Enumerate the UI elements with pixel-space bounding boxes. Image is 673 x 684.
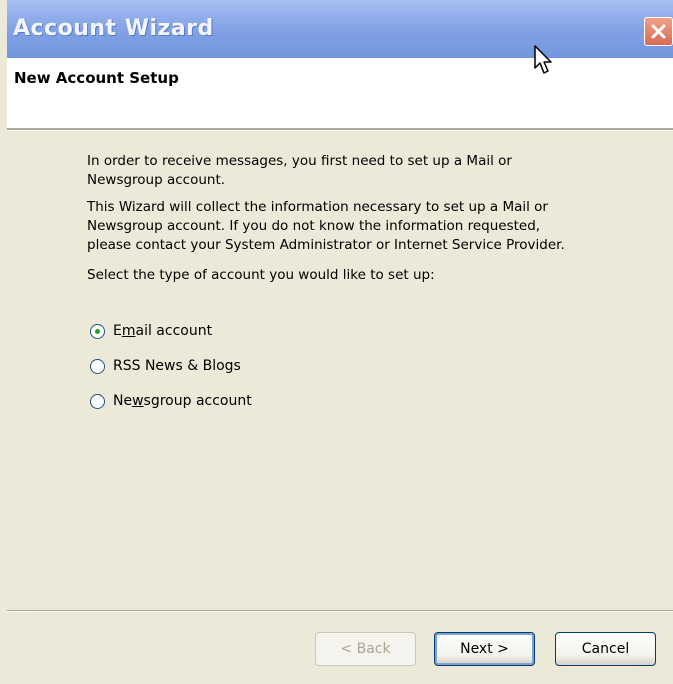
header-divider — [7, 128, 673, 131]
next-button[interactable]: Next > — [434, 632, 535, 666]
radio-label[interactable]: RSS News & Blogs — [113, 358, 241, 374]
intro-text: In order to receive messages, you first … — [87, 153, 512, 188]
title-bar[interactable]: Account Wizard — [7, 0, 673, 58]
info-text: This Wizard will collect the information… — [87, 199, 565, 253]
mouse-pointer-icon — [534, 45, 552, 74]
cancel-button[interactable]: Cancel — [555, 632, 656, 666]
close-button[interactable] — [644, 17, 673, 46]
close-icon — [651, 24, 666, 39]
prompt-text: Select the type of account you would lik… — [87, 267, 435, 283]
back-button[interactable]: < Back — [315, 632, 416, 666]
page-title: New Account Setup — [14, 69, 179, 87]
radio-label[interactable]: Email account — [113, 323, 212, 339]
footer-divider — [7, 610, 673, 612]
radio-rss-news-blogs[interactable]: RSS News & Blogs — [90, 355, 241, 377]
window-title: Account Wizard — [13, 16, 214, 41]
radio-button[interactable] — [90, 358, 105, 374]
radio-label[interactable]: Newsgroup account — [113, 393, 252, 409]
radio-button[interactable] — [90, 393, 105, 409]
radio-newsgroup-account[interactable]: Newsgroup account — [90, 390, 252, 412]
radio-email-account[interactable]: Email account — [90, 320, 212, 342]
account-wizard-window: Account Wizard New Account Setup In orde… — [7, 0, 673, 684]
wizard-header: New Account Setup — [7, 58, 673, 128]
radio-button[interactable] — [90, 323, 105, 339]
